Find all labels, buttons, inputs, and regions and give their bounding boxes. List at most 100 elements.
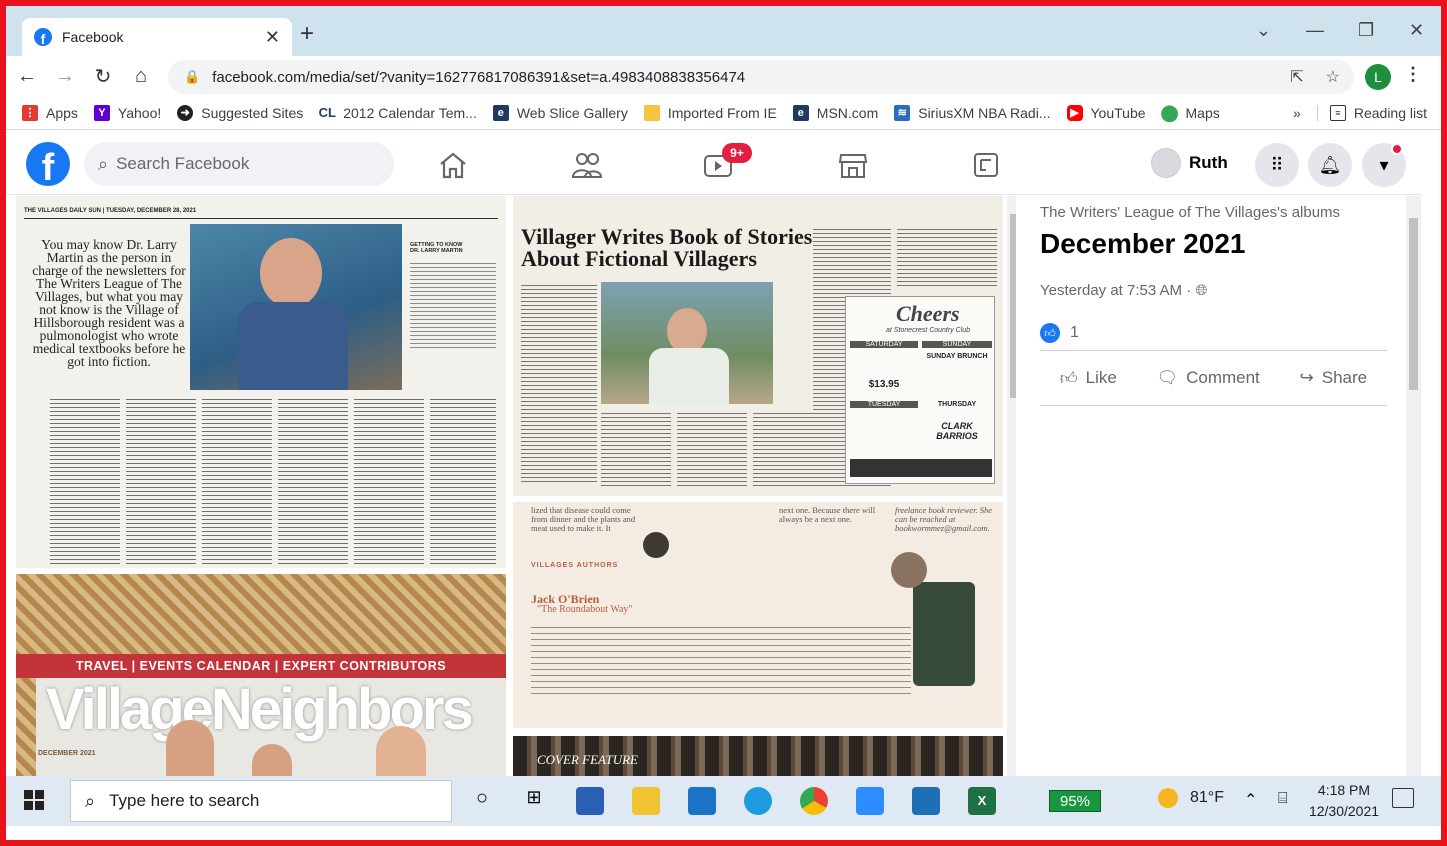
bookmark-maps[interactable]: ⬤ Maps xyxy=(1161,104,1220,122)
zoom-icon[interactable] xyxy=(856,787,884,815)
bookmark-apps[interactable]: ⋮ Apps xyxy=(22,104,78,121)
c4-date: DECEMBER 2021 xyxy=(38,750,96,757)
c2-ad-sunday: SUNDAY xyxy=(922,341,992,348)
globe-icon: 🌐︎ xyxy=(1195,282,1208,299)
overflow-chevron: » xyxy=(1293,104,1301,121)
c2-ad-saturday: SATURDAY xyxy=(850,341,918,348)
c2-headline: Villager Writes Book of Stories About Fi… xyxy=(521,224,813,271)
bookmark-star-icon[interactable]: ☆ xyxy=(1326,67,1340,87)
bookmark-yahoo[interactable]: Y Yahoo! xyxy=(93,104,161,121)
photo-clipping-2[interactable]: Villager Writes Book of Stories About Fi… xyxy=(513,196,1003,496)
bookmark-label: Apps xyxy=(46,104,78,121)
address-bar[interactable]: 🔒 facebook.com/media/set/?vanity=1627768… xyxy=(168,60,1354,94)
c2-cheers-ad: Cheers at Stonecrest Country Club SATURD… xyxy=(845,296,995,484)
back-icon[interactable]: ← xyxy=(10,65,44,88)
notifications-bell-icon[interactable]: 🔔︎ xyxy=(1308,143,1352,187)
c1-portrait-photo xyxy=(190,224,402,390)
bookmark-youtube[interactable]: ▶ YouTube xyxy=(1066,104,1146,121)
windows-taskbar: ⌕ Type here to search ○ ⊞ X 95% 81°F ⌃ ⌸… xyxy=(6,776,1441,826)
bookmark-imported-ie[interactable]: Imported From IE xyxy=(643,104,777,121)
close-window-button[interactable]: ✕ xyxy=(1409,20,1424,41)
photo-clipping-3[interactable]: lized that disease could come from dinne… xyxy=(513,502,1003,728)
facebook-search-input[interactable]: ⌕ Search Facebook xyxy=(84,142,394,186)
friends-nav-icon[interactable] xyxy=(567,147,607,183)
store-icon[interactable] xyxy=(576,787,604,815)
share-page-icon[interactable]: ⇱ xyxy=(1290,67,1303,87)
chrome-icon[interactable] xyxy=(800,787,828,815)
clock-date: 12/30/2021 xyxy=(1308,803,1380,819)
c2-ad-brunch: SUNDAY BRUNCH xyxy=(926,353,988,360)
thumbs-up-icon: 👍︎ xyxy=(1059,368,1078,388)
battery-indicator[interactable]: 95% xyxy=(1049,790,1101,812)
browser-menu-icon[interactable]: ⋮ xyxy=(1404,64,1422,85)
c2-ad-price: $13.95 xyxy=(868,379,900,390)
forward-icon[interactable]: → xyxy=(48,65,82,88)
action-center-icon[interactable] xyxy=(1392,788,1414,808)
bookmark-web-slice[interactable]: e Web Slice Gallery xyxy=(492,104,628,121)
like-button[interactable]: 👍︎ Like xyxy=(1060,368,1117,389)
cortana-icon[interactable]: ○ xyxy=(468,787,496,815)
tab-search-icon[interactable]: ⌄ xyxy=(1256,20,1271,41)
restore-button[interactable]: ❐ xyxy=(1358,20,1374,41)
share-arrow-icon: ↪ xyxy=(1299,368,1314,387)
bookmark-label: Maps xyxy=(1185,104,1220,121)
network-icon[interactable]: ⌸ xyxy=(1278,790,1288,808)
taskbar-search-placeholder: Type here to search xyxy=(109,791,260,810)
bookmark-siriusxm[interactable]: ≋ SiriusXM NBA Radi... xyxy=(894,104,1051,121)
windows-start-icon[interactable] xyxy=(24,790,44,815)
tab-title: Facebook xyxy=(62,29,124,45)
browser-tab-strip: f Facebook ✕ + ⌄ — ❐ ✕ xyxy=(6,6,1441,56)
task-view-icon[interactable]: ⊞ xyxy=(520,787,548,815)
new-tab-button[interactable]: + xyxy=(300,20,314,48)
home-nav-icon[interactable] xyxy=(433,147,473,183)
panel-scroll-thumb[interactable] xyxy=(1409,218,1418,390)
browser-tab[interactable]: f Facebook ✕ xyxy=(22,18,292,56)
menu-grid-icon[interactable]: ⠿ xyxy=(1255,143,1299,187)
photo-clipping-1[interactable]: THE VILLAGES DAILY SUN | TUESDAY, DECEMB… xyxy=(16,196,506,568)
comment-button[interactable]: 🗨︎ Comment xyxy=(1157,368,1260,388)
file-explorer-icon[interactable] xyxy=(632,787,660,815)
system-clock[interactable]: 4:18 PM 12/30/2021 xyxy=(1304,780,1384,822)
lock-icon[interactable]: 🔒 xyxy=(184,69,200,85)
bookmark-label: SiriusXM NBA Radi... xyxy=(918,104,1051,121)
frame-bottom xyxy=(6,826,1441,840)
home-icon[interactable]: ⌂ xyxy=(124,65,158,88)
c3-top-right: freelance book reviewer. She can be reac… xyxy=(895,505,993,533)
bookmark-msn[interactable]: e MSN.com xyxy=(792,104,878,121)
tray-chevron-icon[interactable]: ⌃ xyxy=(1244,790,1257,810)
c2-ad-footer xyxy=(850,459,992,477)
bookmark-suggested-sites[interactable]: ➜ Suggested Sites xyxy=(177,104,303,121)
search-icon: ⌕ xyxy=(98,153,109,174)
marketplace-nav-icon[interactable] xyxy=(833,147,873,183)
edge-icon[interactable] xyxy=(744,787,772,815)
bookmarks-overflow[interactable]: » xyxy=(1293,105,1301,121)
weather-temp: 81°F xyxy=(1190,789,1224,806)
tab-close-icon[interactable]: ✕ xyxy=(265,27,280,48)
minimize-button[interactable]: — xyxy=(1306,20,1324,41)
photos-icon[interactable] xyxy=(912,787,940,815)
reaction-summary[interactable]: 👍︎ 1 xyxy=(1040,323,1079,343)
facebook-logo[interactable]: f xyxy=(26,142,70,186)
share-button[interactable]: ↪ Share xyxy=(1299,368,1367,388)
like-label: Like xyxy=(1085,368,1117,387)
mail-icon[interactable] xyxy=(688,787,716,815)
album-owner-link[interactable]: The Writers' League of The Villages's al… xyxy=(1040,204,1340,221)
taskbar-search-input[interactable]: ⌕ Type here to search xyxy=(70,780,452,822)
reload-icon[interactable]: ↻ xyxy=(86,64,120,89)
photo-clipping-4[interactable]: TRAVEL | EVENTS CALENDAR | EXPERT CONTRI… xyxy=(16,574,506,776)
groups-nav-icon[interactable] xyxy=(966,147,1006,183)
like-count: 1 xyxy=(1070,324,1079,341)
post-timestamp[interactable]: Yesterday at 7:53 AM · xyxy=(1040,282,1195,299)
weather-widget[interactable]: 81°F xyxy=(1158,788,1224,808)
profile-avatar[interactable]: L xyxy=(1365,64,1391,90)
bookmarks-bar: ⋮ Apps Y Yahoo! ➜ Suggested Sites CL 2012 Ca… xyxy=(6,96,1441,130)
excel-icon[interactable]: X xyxy=(968,787,996,815)
photo-clipping-5[interactable]: COVER FEATURE xyxy=(513,736,1003,776)
c4-person-1 xyxy=(166,720,214,776)
search-placeholder: Search Facebook xyxy=(116,154,250,173)
reading-list[interactable]: ≡ Reading list xyxy=(1316,104,1427,121)
panel-scrollbar[interactable] xyxy=(1406,196,1421,776)
bookmark-calendar[interactable]: CL 2012 Calendar Tem... xyxy=(319,104,477,121)
c2-ad-tuesday: TUESDAY xyxy=(850,401,918,408)
user-profile-chip[interactable]: Ruth xyxy=(1151,143,1228,183)
